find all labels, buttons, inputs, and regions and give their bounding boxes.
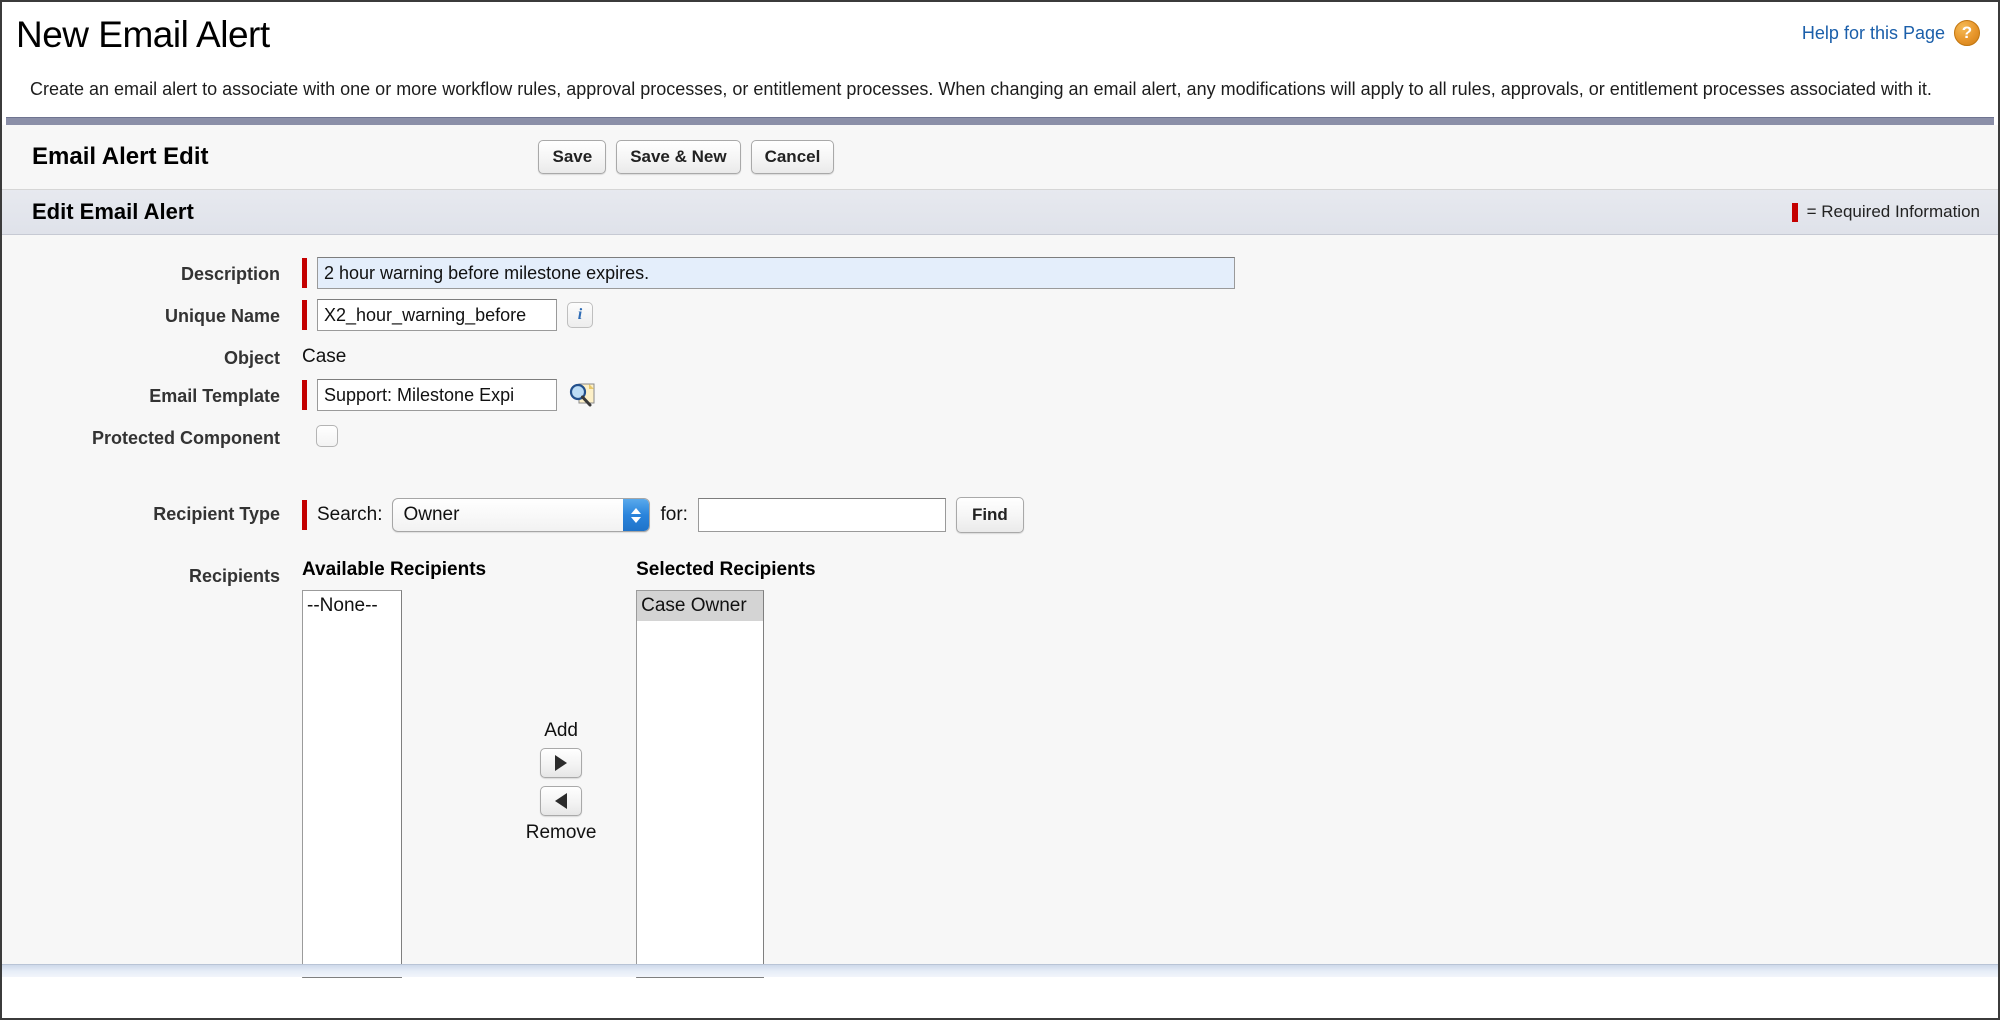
horizontal-scrollbar[interactable]	[2, 964, 1998, 977]
cancel-button[interactable]: Cancel	[750, 140, 835, 174]
find-button[interactable]: Find	[955, 497, 1024, 533]
required-marker-icon	[302, 300, 307, 330]
field-row-email-template: Email Template	[2, 379, 1998, 411]
chevron-updown-icon[interactable]	[623, 499, 650, 531]
required-information-legend: = Required Information	[1791, 202, 1980, 222]
action-toolbar: Email Alert Edit Save Save & New Cancel	[2, 125, 1998, 190]
required-marker-icon	[302, 380, 307, 410]
search-label: Search:	[317, 504, 383, 525]
section-header: Edit Email Alert = Required Information	[2, 190, 1998, 235]
required-marker-icon	[302, 258, 307, 288]
unique-name-input[interactable]	[317, 299, 557, 331]
arrow-right-icon	[555, 755, 568, 771]
object-value: Case	[302, 346, 347, 367]
recipient-type-selected-value: Owner	[403, 504, 460, 525]
recipients-label: Recipients	[188, 566, 280, 586]
protected-component-control	[302, 421, 338, 447]
email-template-control	[302, 379, 597, 411]
object-label: Object	[223, 348, 280, 368]
list-item[interactable]: Case Owner	[637, 591, 764, 621]
page-header: New Email Alert Help for this Page ? Cre…	[2, 2, 1998, 117]
selected-recipients-column: Selected Recipients Case Owner	[636, 559, 816, 978]
info-icon[interactable]: i	[567, 302, 593, 328]
toolbar-title: Email Alert Edit	[32, 143, 209, 170]
required-marker-icon	[302, 500, 307, 530]
unique-name-label: Unique Name	[164, 306, 280, 326]
protected-component-label: Protected Component	[91, 428, 280, 448]
help-link[interactable]: Help for this Page	[1802, 23, 1945, 44]
selected-recipients-listbox[interactable]: Case Owner	[636, 590, 765, 978]
lookup-magnifier-icon[interactable]	[567, 381, 597, 409]
list-item[interactable]: --None--	[303, 591, 401, 621]
email-alert-edit-page: New Email Alert Help for this Page ? Cre…	[0, 0, 2000, 1020]
for-label: for:	[660, 504, 688, 525]
page-description: Create an email alert to associate with …	[30, 79, 1932, 99]
required-legend-label: = Required Information	[1806, 202, 1980, 221]
page-title: New Email Alert	[16, 14, 270, 55]
save-and-new-button[interactable]: Save & New	[616, 140, 741, 174]
add-label: Add	[544, 720, 578, 741]
recipient-type-label: Recipient Type	[153, 504, 280, 524]
recipient-search-input[interactable]	[697, 498, 946, 532]
save-button[interactable]: Save	[538, 140, 607, 174]
available-recipients-listbox[interactable]: --None--	[302, 590, 402, 978]
protected-component-checkbox[interactable]	[316, 425, 338, 447]
selected-recipients-title: Selected Recipients	[636, 559, 816, 580]
description-label: Description	[180, 264, 280, 284]
field-row-protected-component: Protected Component	[2, 421, 1998, 449]
object-control: Case	[302, 341, 346, 368]
field-row-unique-name: Unique Name i	[2, 299, 1998, 331]
email-template-label: Email Template	[149, 386, 280, 406]
add-button[interactable]	[540, 748, 583, 778]
field-row-description: Description	[2, 257, 1998, 289]
field-row-object: Object Case	[2, 341, 1998, 369]
description-input[interactable]	[317, 257, 1235, 289]
available-recipients-title: Available Recipients	[302, 559, 487, 580]
section-title: Edit Email Alert	[32, 199, 194, 224]
add-remove-controls: Add Remove	[486, 588, 636, 976]
question-mark-icon[interactable]: ?	[1954, 20, 1980, 46]
recipient-type-select[interactable]: Owner	[392, 498, 651, 532]
toolbar-buttons: Save Save & New Cancel	[538, 140, 835, 174]
form-body: Description Unique Name i Object Case Em	[2, 235, 1998, 978]
recipient-type-control: Search: Owner for: Find	[302, 497, 1024, 533]
recipients-dual-listbox: Available Recipients --None-- Add Remove	[302, 559, 816, 978]
field-row-recipient-type: Recipient Type Search: Owner for: Find	[2, 497, 1998, 533]
help-for-this-page[interactable]: Help for this Page ?	[1802, 20, 1980, 46]
arrow-left-icon	[555, 793, 568, 809]
unique-name-control: i	[302, 299, 593, 331]
remove-button[interactable]	[540, 786, 583, 816]
required-marker-icon	[1791, 202, 1798, 222]
description-control	[302, 257, 1235, 289]
field-row-recipients: Recipients Available Recipients --None--…	[2, 559, 1998, 978]
available-recipients-column: Available Recipients --None--	[302, 559, 486, 978]
remove-label: Remove	[525, 822, 597, 843]
email-template-input[interactable]	[317, 379, 557, 411]
header-divider	[6, 117, 1994, 125]
